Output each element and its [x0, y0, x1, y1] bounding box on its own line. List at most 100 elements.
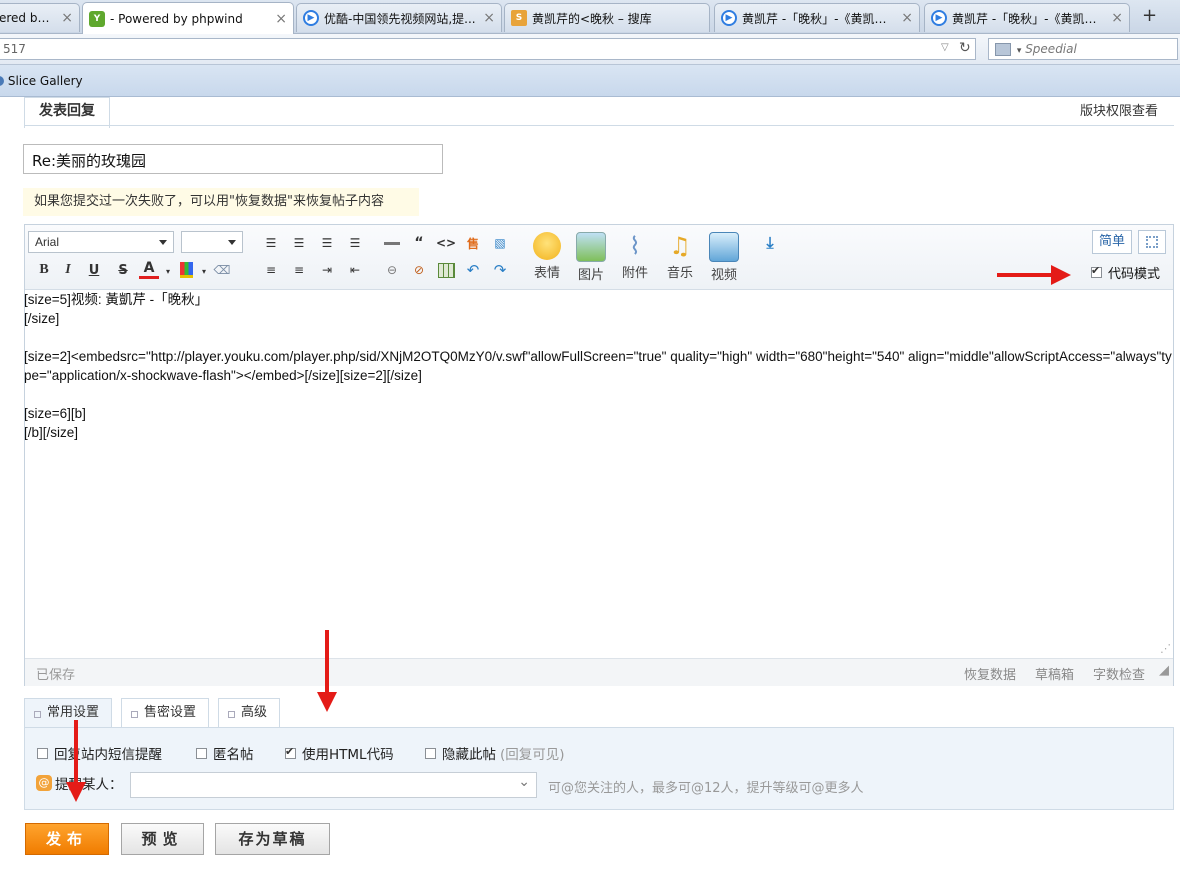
restore-tip: 如果您提交过一次失败了，可以用"恢复数据"来恢复帖子内容 [23, 188, 419, 216]
close-icon[interactable]: × [275, 11, 287, 27]
eraser-icon[interactable]: ⌫ [212, 260, 232, 280]
tab-advanced[interactable]: 高级 [218, 698, 281, 728]
chevron-down-icon [228, 240, 236, 245]
browser-tab[interactable]: ▶ 黄凯芹 -「晚秋」-《黄凯芹好... × [924, 3, 1130, 32]
soku-icon: S [511, 10, 527, 26]
close-icon[interactable]: × [61, 10, 73, 26]
close-icon[interactable]: × [1111, 10, 1123, 26]
simple-mode-button[interactable]: 简单 [1092, 230, 1132, 254]
code-mode-label: 代码模式 [1108, 267, 1161, 282]
emoticon-label: 表情 [533, 266, 560, 281]
bookmark-item[interactable]: Slice Gallery [0, 74, 83, 88]
url-field[interactable]: 517 ▽ ↻ [0, 38, 976, 60]
browser-tab-label: ered by ... [0, 11, 56, 25]
outdent-icon[interactable]: ⇤ [345, 260, 365, 280]
background-color-icon[interactable] [176, 260, 196, 280]
emoticon-button[interactable]: 表情 [529, 232, 565, 281]
chevron-down-icon[interactable]: ▾ [194, 261, 214, 281]
image-button[interactable]: 图片 [573, 232, 609, 283]
bold-icon[interactable]: B [34, 260, 54, 280]
unordered-list-icon[interactable]: ≡ [289, 260, 309, 280]
smiley-icon [533, 232, 561, 260]
checkbox[interactable] [37, 747, 48, 759]
chevron-down-icon [159, 240, 167, 245]
permission-link[interactable]: 版块权限查看 [1080, 100, 1158, 119]
option-hide-post[interactable]: 隐藏此帖 (回复可见) [425, 743, 565, 763]
attachment-label: 附件 [621, 266, 648, 281]
mention-input[interactable]: ⌄ [130, 772, 537, 798]
publish-button[interactable]: 发布 [25, 823, 109, 855]
redo-icon[interactable]: ↷ [490, 260, 510, 280]
option-label: 匿名帖 [213, 747, 254, 763]
tab-sell-settings[interactable]: 售密设置 [121, 698, 210, 728]
restore-data-link[interactable]: 恢复数据 [964, 664, 1016, 683]
code-mode-toggle[interactable]: 代码模式 [1091, 263, 1160, 282]
code-icon[interactable]: <> [436, 233, 456, 253]
size-select[interactable] [181, 231, 243, 253]
font-color-icon[interactable]: A [139, 259, 159, 279]
attachment-button[interactable]: ⌇ 附件 [617, 232, 653, 281]
browser-tab[interactable]: ▶ 优酷-中国领先视频网站,提... × [296, 3, 502, 32]
video-button[interactable]: 视频 [706, 232, 742, 283]
youku-icon: ▶ [721, 10, 737, 26]
browser-tab-active[interactable]: Y - Powered by phpwind × [82, 2, 294, 34]
close-icon[interactable]: × [901, 10, 913, 26]
quote-icon[interactable]: “ [409, 233, 429, 253]
strikethrough-icon[interactable]: S [113, 260, 133, 280]
link-icon[interactable]: ⊖ [382, 260, 402, 280]
new-tab-button[interactable]: + [1142, 5, 1157, 26]
fullscreen-button[interactable] [1138, 230, 1166, 254]
browser-tab-label: 黄凯芹的<晚秋 – 搜库 [532, 11, 652, 26]
chevron-down-icon[interactable]: ▾ [158, 261, 178, 281]
preview-button[interactable]: 预览 [121, 823, 204, 855]
dropdown-icon[interactable]: ▽ [941, 42, 949, 53]
checkbox[interactable] [285, 745, 296, 759]
align-right-icon[interactable]: ☰ [317, 233, 337, 253]
align-center-icon[interactable]: ☰ [289, 233, 309, 253]
resize-handle-icon[interactable]: ◢ [1159, 663, 1169, 678]
save-draft-button[interactable]: 存为草稿 [215, 823, 330, 855]
reload-icon[interactable]: ↻ [959, 40, 971, 56]
align-left-icon[interactable]: ☰ [261, 233, 281, 253]
drafts-link[interactable]: 草稿箱 [1035, 664, 1074, 683]
ordered-list-icon[interactable]: ≡ [261, 260, 281, 280]
underline-icon[interactable]: U [84, 260, 104, 280]
font-select[interactable]: Arial [28, 231, 174, 253]
italic-icon[interactable]: I [58, 260, 78, 280]
search-field[interactable]: ▾ Speedial [988, 38, 1178, 60]
checkbox[interactable] [196, 747, 207, 759]
unlink-icon[interactable]: ⊘ [409, 260, 429, 280]
indent-icon[interactable]: ⇥ [317, 260, 337, 280]
youku-icon: ▶ [303, 10, 319, 26]
search-engine-icon[interactable] [995, 43, 1011, 56]
close-icon[interactable]: × [483, 10, 495, 26]
word-count-link[interactable]: 字数检查 [1093, 664, 1145, 683]
music-button[interactable]: ♫ 音乐 [662, 232, 698, 281]
browser-tab[interactable]: ered by ... × [0, 3, 80, 32]
browser-tab[interactable]: ▶ 黄凯芹 -「晚秋」-《黄凯芹好... × [714, 3, 920, 32]
option-html-code[interactable]: 使用HTML代码 [285, 743, 394, 763]
align-justify-icon[interactable]: ☰ [345, 233, 365, 253]
bookmarks-bar: Slice Gallery [0, 65, 1180, 97]
reply-tab[interactable]: 发表回复 [24, 97, 110, 128]
editor-statusbar: 已保存 恢复数据 草稿箱 字数检查 ◢ [25, 658, 1173, 686]
title-input[interactable]: Re:美丽的玫瑰园 [23, 144, 443, 174]
sell-icon[interactable]: 售 [463, 233, 483, 253]
browser-tab-bar: ered by ... × Y - Powered by phpwind × ▶… [0, 0, 1180, 34]
double-chevron-down-icon[interactable]: ⌄ [518, 774, 530, 790]
hide-icon[interactable]: ▧ [490, 233, 510, 253]
editor-textarea[interactable]: [size=5]视频: 黃凱芹 -「晚秋」 [/size] [size=2]<e… [24, 290, 1174, 442]
editor-line [24, 328, 1174, 347]
browser-tab[interactable]: S 黄凯芹的<晚秋 – 搜库 [504, 3, 710, 32]
chevron-down-icon[interactable]: ▾ [1017, 46, 1022, 56]
download-icon[interactable]: ⤓ [760, 233, 780, 253]
table-icon[interactable] [436, 260, 456, 280]
resize-grip-icon[interactable]: ⋰ [1160, 642, 1171, 655]
horizontal-rule-icon[interactable] [382, 233, 402, 253]
code-mode-checkbox[interactable] [1091, 264, 1102, 278]
checkbox[interactable] [425, 747, 436, 759]
attachment-icon: ⌇ [629, 232, 641, 260]
option-anonymous[interactable]: 匿名帖 [196, 743, 254, 763]
undo-icon[interactable]: ↶ [463, 260, 483, 280]
option-sms-notify[interactable]: 回复站内短信提醒 [37, 743, 162, 763]
